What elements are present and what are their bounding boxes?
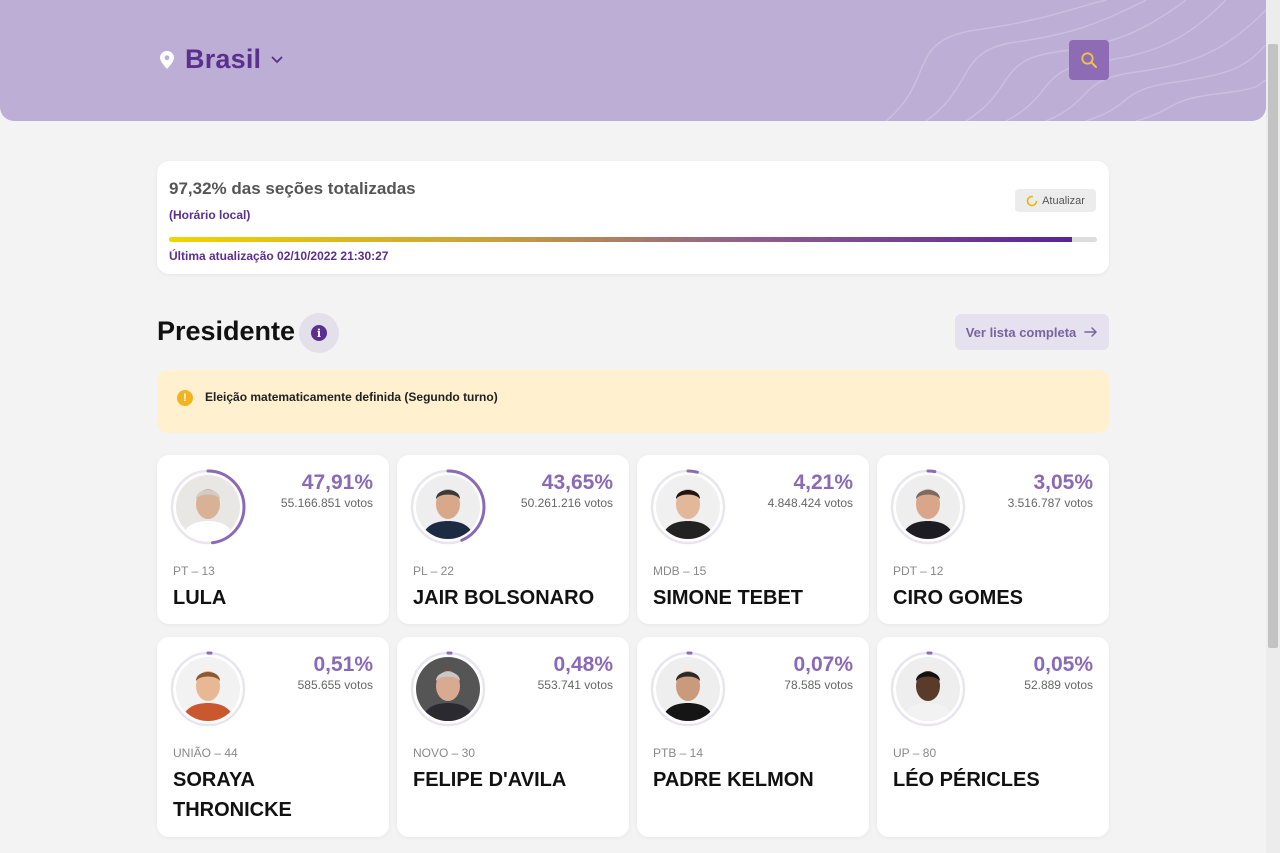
vote-count: 78.585 votos: [784, 678, 853, 692]
local-time-note: (Horário local): [169, 208, 251, 222]
vote-percentage: 0,48%: [553, 653, 613, 676]
candidate-card[interactable]: 0,48% 553.741 votos NOVO – 30 FELIPE D'A…: [397, 637, 629, 837]
progress-fill: [169, 237, 1073, 242]
info-button[interactable]: i: [299, 313, 339, 353]
candidate-photo: [176, 475, 240, 539]
party-number: UP – 80: [893, 746, 937, 760]
candidate-name: LÉO PÉRICLES: [893, 769, 1040, 791]
vote-percentage: 47,91%: [301, 471, 373, 494]
candidate-card[interactable]: 0,51% 585.655 votos UNIÃO – 44 SORAYA TH…: [157, 637, 389, 837]
full-list-label: Ver lista completa: [965, 324, 1077, 340]
info-icon: i: [311, 325, 327, 341]
vote-percentage: 3,05%: [1033, 471, 1093, 494]
wave-decoration: [885, 0, 1266, 121]
election-alert: ! Eleição matematicamente definida (Segu…: [157, 370, 1109, 433]
candidate-card[interactable]: 0,05% 52.889 votos UP – 80 LÉO PÉRICLES: [877, 637, 1109, 837]
last-update-text: Última atualização 02/10/2022 21:30:27: [169, 249, 389, 263]
totalization-title: 97,32% das seções totalizadas: [169, 179, 416, 198]
totalization-status-card: 97,32% das seções totalizadas (Horário l…: [157, 161, 1109, 274]
top-header: Brasil: [0, 0, 1266, 121]
vote-count: 553.741 votos: [537, 678, 613, 692]
candidate-photo: [176, 657, 240, 721]
candidate-photo: [896, 657, 960, 721]
candidate-card[interactable]: 4,21% 4.848.424 votos MDB – 15 SIMONE TE…: [637, 455, 869, 624]
vote-percentage: 43,65%: [541, 471, 613, 494]
vote-percentage: 4,21%: [793, 471, 853, 494]
alert-icon: !: [177, 390, 193, 406]
party-number: UNIÃO – 44: [173, 746, 238, 760]
vote-percentage: 0,05%: [1033, 653, 1093, 676]
vote-count: 52.889 votos: [1024, 678, 1093, 692]
full-list-button[interactable]: Ver lista completa: [955, 314, 1109, 350]
vote-count: 55.166.851 votos: [280, 496, 373, 510]
vote-count: 50.261.216 votos: [520, 496, 613, 510]
alert-text: Eleição matematicamente definida (Segund…: [205, 390, 498, 404]
candidate-photo: [656, 657, 720, 721]
refresh-label: Atualizar: [1042, 194, 1085, 207]
vote-count: 585.655 votos: [297, 678, 373, 692]
party-number: PL – 22: [413, 564, 454, 578]
refresh-button[interactable]: Atualizar: [1015, 189, 1096, 212]
party-number: PT – 13: [173, 564, 215, 578]
party-number: MDB – 15: [653, 564, 707, 578]
candidate-card[interactable]: 47,91% 55.166.851 votos PT – 13 LULA: [157, 455, 389, 624]
arrow-right-icon: [1084, 327, 1098, 337]
candidate-name: LULA: [173, 587, 227, 609]
candidate-name: PADRE KELMON: [653, 769, 814, 791]
candidate-card[interactable]: 0,07% 78.585 votos PTB – 14 PADRE KELMON: [637, 637, 869, 837]
candidate-photo: [656, 475, 720, 539]
totalization-progress-bar: [169, 237, 1097, 242]
section-title: Presidente: [157, 316, 296, 346]
search-button[interactable]: [1069, 40, 1109, 80]
party-number: PTB – 14: [653, 746, 704, 760]
location-name: Brasil: [185, 44, 262, 74]
refresh-icon: [1026, 195, 1038, 206]
candidate-card[interactable]: 43,65% 50.261.216 votos PL – 22 JAIR BOL…: [397, 455, 629, 624]
location-pin-icon: [160, 50, 174, 69]
candidate-name: SORAYA THRONICKE: [173, 769, 292, 821]
candidate-card[interactable]: 3,05% 3.516.787 votos PDT – 12 CIRO GOME…: [877, 455, 1109, 624]
party-number: NOVO – 30: [413, 746, 476, 760]
vote-count: 3.516.787 votos: [1007, 496, 1093, 510]
location-selector[interactable]: Brasil: [159, 44, 283, 75]
candidate-photo: [416, 657, 480, 721]
candidate-photo: [416, 475, 480, 539]
vote-percentage: 0,07%: [793, 653, 853, 676]
candidate-name: CIRO GOMES: [893, 587, 1024, 609]
vote-percentage: 0,51%: [313, 653, 373, 676]
chevron-down-icon: [271, 56, 283, 63]
party-number: PDT – 12: [893, 564, 944, 578]
page-scrollbar[interactable]: [1266, 0, 1280, 853]
candidate-name: FELIPE D'AVILA: [413, 769, 567, 791]
candidate-name: SIMONE TEBET: [653, 587, 804, 609]
candidate-photo: [896, 475, 960, 539]
candidate-name: JAIR BOLSONARO: [413, 587, 595, 609]
scrollbar-thumb[interactable]: [1268, 44, 1278, 648]
vote-count: 4.848.424 votos: [767, 496, 853, 510]
search-icon: [1081, 52, 1097, 68]
